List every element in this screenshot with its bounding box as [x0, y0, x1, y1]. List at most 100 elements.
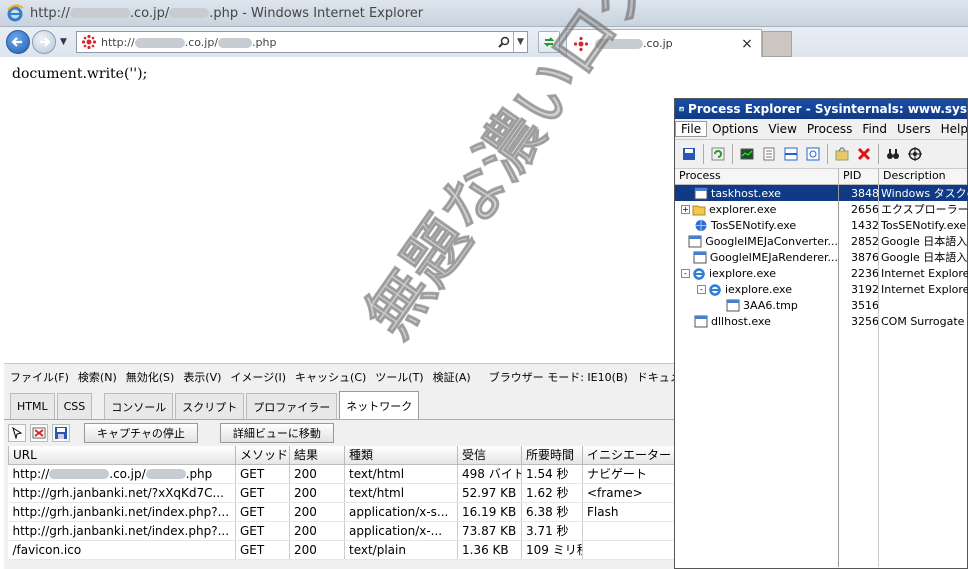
- process-row[interactable]: 3AA6.tmp: [675, 297, 838, 313]
- process-pid: 3192: [851, 282, 878, 296]
- devtools-menu-item[interactable]: 無効化(S): [126, 369, 175, 385]
- save-icon[interactable]: [52, 424, 70, 442]
- clear-icon[interactable]: [30, 424, 48, 442]
- request-time: 1.62 秒: [521, 483, 583, 503]
- network-column-header[interactable]: 結果: [289, 446, 345, 465]
- tab-label: .co.jp: [643, 37, 673, 50]
- request-result: 200: [289, 483, 345, 503]
- pe-menu-item[interactable]: Users: [892, 122, 936, 136]
- table-row[interactable]: http://grh.janbanki.net/index.php?... GET…: [8, 521, 675, 541]
- browser-tab[interactable]: .co.jp ×: [566, 29, 762, 57]
- devtools-menu-item[interactable]: ブラウザー モード: IE10(B): [489, 369, 628, 385]
- request-received: 73.87 KB: [457, 521, 522, 541]
- refresh-icon[interactable]: [710, 146, 726, 162]
- forward-button[interactable]: [32, 30, 56, 54]
- devtools-menu-item[interactable]: 検証(A): [433, 369, 471, 385]
- devtools-tab[interactable]: CSS: [56, 393, 93, 419]
- devtools-menu-item[interactable]: ファイル(F): [10, 369, 69, 385]
- table-row[interactable]: http://grh.janbanki.net/index.php?... GET…: [8, 502, 675, 522]
- url-suffix: .php: [185, 466, 213, 481]
- table-row[interactable]: /favicon.ico GET 200 text/plain 1.36 KB 109 ミ…: [8, 540, 675, 560]
- address-dropdown-icon[interactable]: ▼: [513, 32, 527, 52]
- devtools-menu-item[interactable]: キャッシュ(C): [295, 369, 366, 385]
- process-row[interactable]: dllhost.exe: [675, 313, 838, 329]
- redacted-text: [49, 469, 110, 479]
- network-column-header[interactable]: 所要時間: [521, 446, 583, 465]
- select-element-icon[interactable]: [8, 424, 26, 442]
- request-url: http://grh.janbanki.net/index.php?...: [8, 502, 236, 522]
- process-description: TosSENotify.exe: [881, 218, 967, 232]
- process-pid: 2656: [851, 202, 878, 216]
- application-window-icon: [694, 187, 708, 199]
- application-window-icon: [693, 251, 707, 263]
- network-column-header[interactable]: 受信: [457, 446, 522, 465]
- request-type: application/x-s...: [344, 502, 458, 522]
- process-row[interactable]: + explorer.exe: [675, 201, 838, 217]
- expand-icon[interactable]: +: [681, 204, 690, 214]
- target-icon[interactable]: [907, 146, 923, 162]
- properties-icon[interactable]: [761, 146, 777, 162]
- devtools-tab[interactable]: ネットワーク: [339, 391, 420, 419]
- collapse-icon[interactable]: -: [681, 268, 690, 278]
- column-process[interactable]: Process: [675, 169, 839, 184]
- column-pid[interactable]: PID: [839, 169, 879, 184]
- devtools-tab[interactable]: コンソール: [104, 393, 174, 419]
- handles-icon[interactable]: [834, 146, 850, 162]
- devtools-menu-item[interactable]: 表示(V): [183, 369, 221, 385]
- devtools-tab[interactable]: HTML: [10, 393, 55, 419]
- request-method: GET: [235, 464, 290, 484]
- table-row[interactable]: http://grh.janbanki.net/?xXqKd7C... GET 20…: [8, 483, 675, 503]
- network-column-header[interactable]: メソッド: [235, 446, 290, 465]
- pe-menu-item[interactable]: Find: [857, 122, 892, 136]
- pe-menu-item[interactable]: View: [763, 122, 801, 136]
- page-content: document.write('');: [12, 66, 148, 82]
- system-info-icon[interactable]: [739, 146, 755, 162]
- collapse-icon[interactable]: -: [697, 284, 706, 294]
- refresh-button[interactable]: [538, 31, 560, 53]
- request-type: text/plain: [344, 540, 458, 560]
- process-description: Google 日本語入: [881, 235, 968, 248]
- pe-menu-item[interactable]: Help: [936, 122, 967, 136]
- process-pid: 3256: [851, 314, 878, 328]
- process-description: [879, 297, 968, 313]
- process-list-header: Process PID Description: [675, 169, 967, 185]
- network-column-header[interactable]: イニシエーター: [582, 446, 675, 465]
- back-button[interactable]: [6, 30, 30, 54]
- devtools-menu-item[interactable]: ツール(T): [375, 369, 423, 385]
- process-pid: 3516: [851, 298, 878, 312]
- history-dropdown-icon[interactable]: ▼: [60, 37, 70, 47]
- find-window-icon[interactable]: [805, 146, 821, 162]
- devtools-menu-item[interactable]: 検索(N): [78, 369, 117, 385]
- devtools-tab[interactable]: プロファイラー: [246, 393, 338, 419]
- table-row[interactable]: http:// .co.jp/ .php GET 200 text/html 498 バイト…: [8, 464, 675, 484]
- address-bar[interactable]: http:// .co.jp/ .php ▼: [76, 31, 528, 53]
- devtools-tabs: HTML CSS コンソール スクリプト プロファイラー ネットワーク: [4, 390, 674, 420]
- request-result: 200: [289, 502, 345, 522]
- pe-menu-item[interactable]: File: [675, 121, 708, 137]
- process-row[interactable]: GoogleIMEJaRenderer...: [675, 249, 838, 265]
- devtools-tab[interactable]: スクリプト: [175, 393, 245, 419]
- column-description[interactable]: Description: [879, 169, 967, 184]
- process-row[interactable]: GoogleIMEJaConverter...: [675, 233, 838, 249]
- save-icon[interactable]: [681, 146, 697, 162]
- process-row[interactable]: - iexplore.exe: [675, 265, 838, 281]
- pe-menu-item[interactable]: Process: [802, 122, 858, 136]
- network-column-header[interactable]: 種類: [344, 446, 458, 465]
- new-tab-button[interactable]: [762, 31, 792, 57]
- pe-menu-item[interactable]: Options: [707, 122, 763, 136]
- process-pid: 3876: [851, 250, 878, 264]
- kill-process-icon[interactable]: [856, 146, 872, 162]
- stop-capture-button[interactable]: キャプチャの停止: [84, 423, 198, 443]
- network-column-header[interactable]: URL: [8, 446, 236, 465]
- devtools-menu-item[interactable]: ドキュメント: [637, 369, 674, 385]
- binoculars-icon[interactable]: [885, 146, 901, 162]
- folder-icon: [692, 205, 706, 215]
- process-row[interactable]: taskhost.exe: [675, 185, 838, 201]
- close-icon[interactable]: ×: [739, 36, 755, 52]
- lower-pane-icon[interactable]: [783, 146, 799, 162]
- process-row[interactable]: - iexplore.exe: [675, 281, 838, 297]
- detail-view-button[interactable]: 詳細ビューに移動: [219, 423, 334, 443]
- devtools-menu-item[interactable]: イメージ(I): [230, 369, 286, 385]
- search-icon[interactable]: [495, 32, 513, 52]
- process-row[interactable]: TosSENotify.exe: [675, 217, 838, 233]
